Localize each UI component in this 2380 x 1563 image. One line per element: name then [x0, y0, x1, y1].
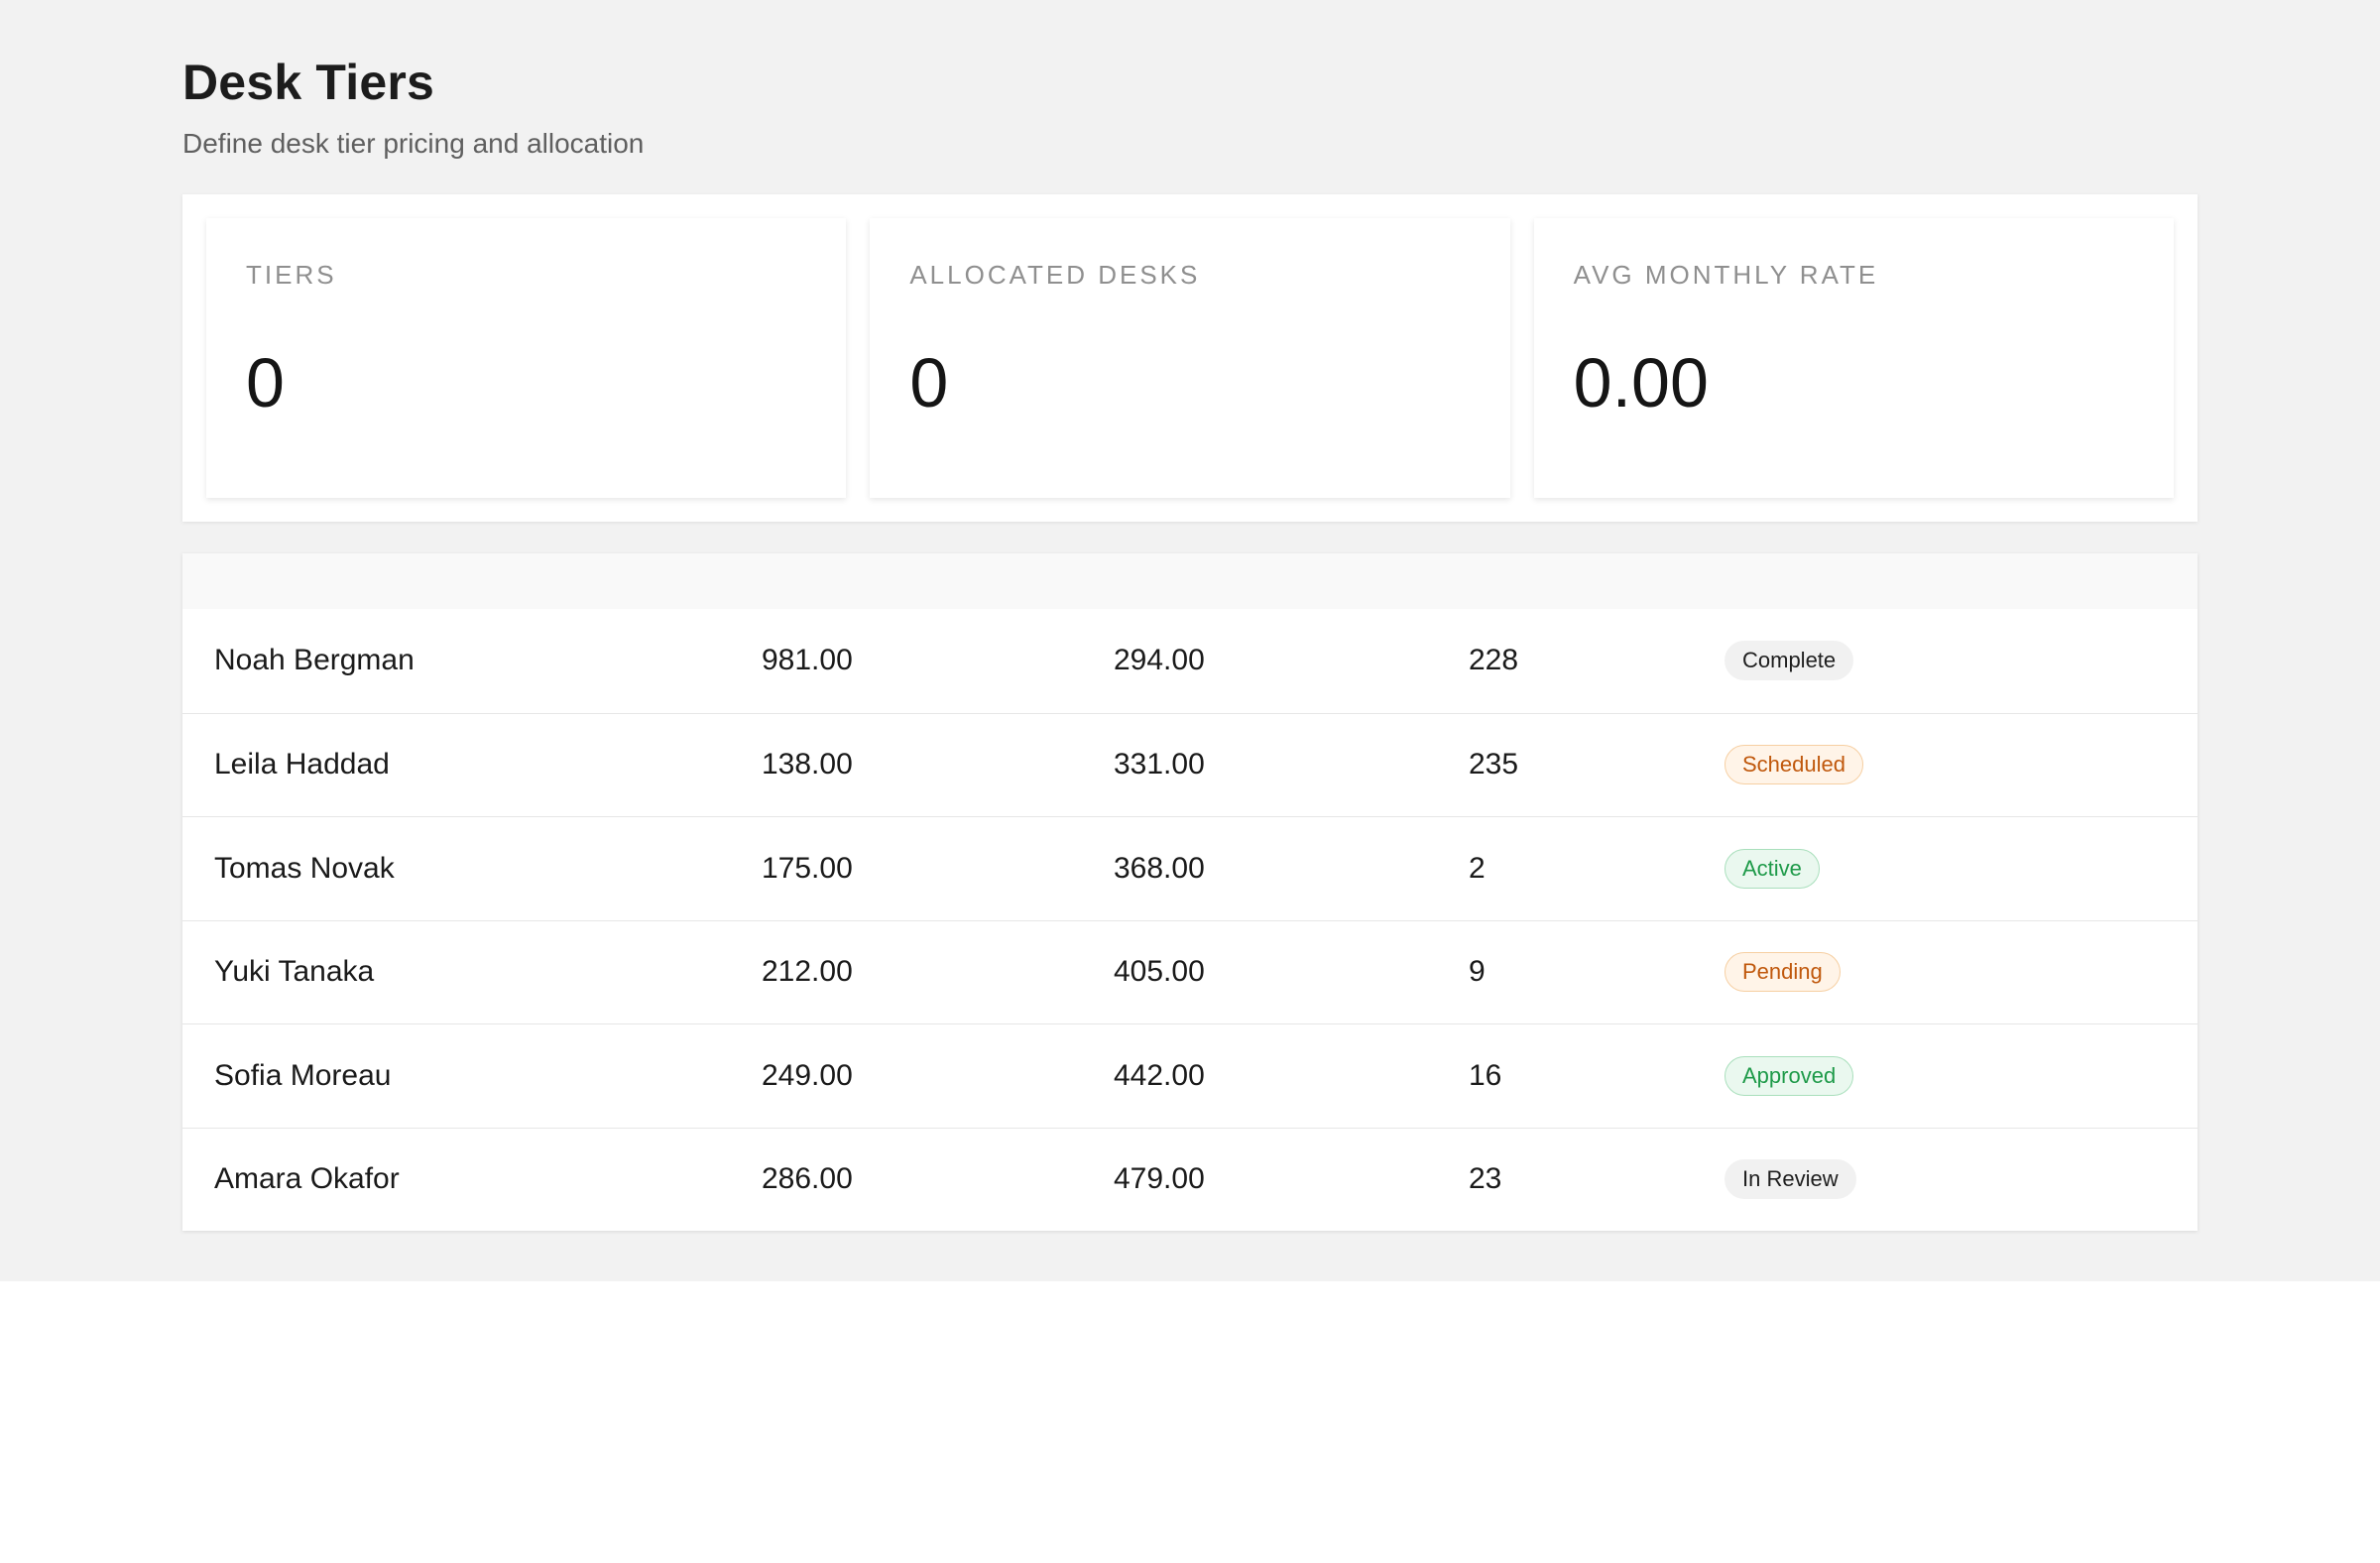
- table-row[interactable]: Amara Okafor 286.00 479.00 23 In Review: [182, 1127, 2198, 1232]
- table-row[interactable]: Leila Haddad 138.00 331.00 235 Scheduled: [182, 712, 2198, 817]
- cell-value-a: 138.00: [762, 748, 853, 782]
- stat-value: 0: [909, 344, 949, 421]
- stat-label: AVG MONTHLY RATE: [1573, 260, 1879, 290]
- stat-value: 0.00: [1573, 344, 1709, 421]
- stats-panel: TIERS 0 ALLOCATED DESKS 0 AVG MONTHLY RA…: [182, 194, 2198, 522]
- stat-card-tiers: TIERS 0: [206, 218, 847, 498]
- status-badge: Active: [1725, 848, 1820, 889]
- table-row[interactable]: Noah Bergman 981.00 294.00 228 Complete: [182, 609, 2198, 713]
- cell-count: 23: [1469, 1162, 1502, 1196]
- cell-value-b: 405.00: [1114, 955, 1205, 989]
- cell-name: Tomas Novak: [214, 851, 395, 885]
- cell-count: 16: [1469, 1058, 1502, 1092]
- table-row[interactable]: Sofia Moreau 249.00 442.00 16 Approved: [182, 1023, 2198, 1128]
- page-background: Desk Tiers Define desk tier pricing and …: [0, 0, 2380, 1281]
- cell-name: Yuki Tanaka: [214, 955, 375, 989]
- cell-name: Sofia Moreau: [214, 1058, 392, 1092]
- cell-value-a: 249.00: [762, 1058, 853, 1092]
- cell-value-b: 294.00: [1114, 644, 1205, 677]
- stat-value: 0: [246, 344, 285, 421]
- cell-value-a: 286.00: [762, 1162, 853, 1196]
- cell-value-b: 331.00: [1114, 748, 1205, 782]
- cell-count: 9: [1469, 955, 1486, 989]
- cell-count: 228: [1469, 644, 1519, 677]
- status-badge: In Review: [1725, 1159, 1856, 1200]
- stat-label: TIERS: [246, 260, 337, 290]
- status-badge: Complete: [1725, 641, 1854, 681]
- table-header: [182, 553, 2198, 609]
- status-badge: Scheduled: [1725, 745, 1863, 785]
- cell-value-a: 212.00: [762, 955, 853, 989]
- page-title: Desk Tiers: [182, 55, 435, 110]
- stat-card-avg-monthly-rate: AVG MONTHLY RATE 0.00: [1533, 218, 2174, 498]
- page-subtitle: Define desk tier pricing and allocation: [182, 128, 645, 159]
- cell-value-a: 981.00: [762, 644, 853, 677]
- cell-name: Leila Haddad: [214, 748, 390, 782]
- cell-value-b: 479.00: [1114, 1162, 1205, 1196]
- table-row[interactable]: Tomas Novak 175.00 368.00 2 Active: [182, 816, 2198, 920]
- cell-name: Noah Bergman: [214, 644, 415, 677]
- status-badge: Approved: [1725, 1055, 1854, 1096]
- cell-value-a: 175.00: [762, 851, 853, 885]
- stat-label: ALLOCATED DESKS: [909, 260, 1201, 290]
- stat-card-allocated-desks: ALLOCATED DESKS 0: [870, 218, 1510, 498]
- table-body: Noah Bergman 981.00 294.00 228 Complete …: [182, 609, 2198, 1231]
- cell-count: 2: [1469, 851, 1486, 885]
- table-row[interactable]: Yuki Tanaka 212.00 405.00 9 Pending: [182, 919, 2198, 1024]
- cell-count: 235: [1469, 748, 1519, 782]
- cell-value-b: 368.00: [1114, 851, 1205, 885]
- cell-name: Amara Okafor: [214, 1162, 400, 1196]
- tiers-table: Noah Bergman 981.00 294.00 228 Complete …: [182, 553, 2198, 1231]
- cell-value-b: 442.00: [1114, 1058, 1205, 1092]
- status-badge: Pending: [1725, 952, 1841, 993]
